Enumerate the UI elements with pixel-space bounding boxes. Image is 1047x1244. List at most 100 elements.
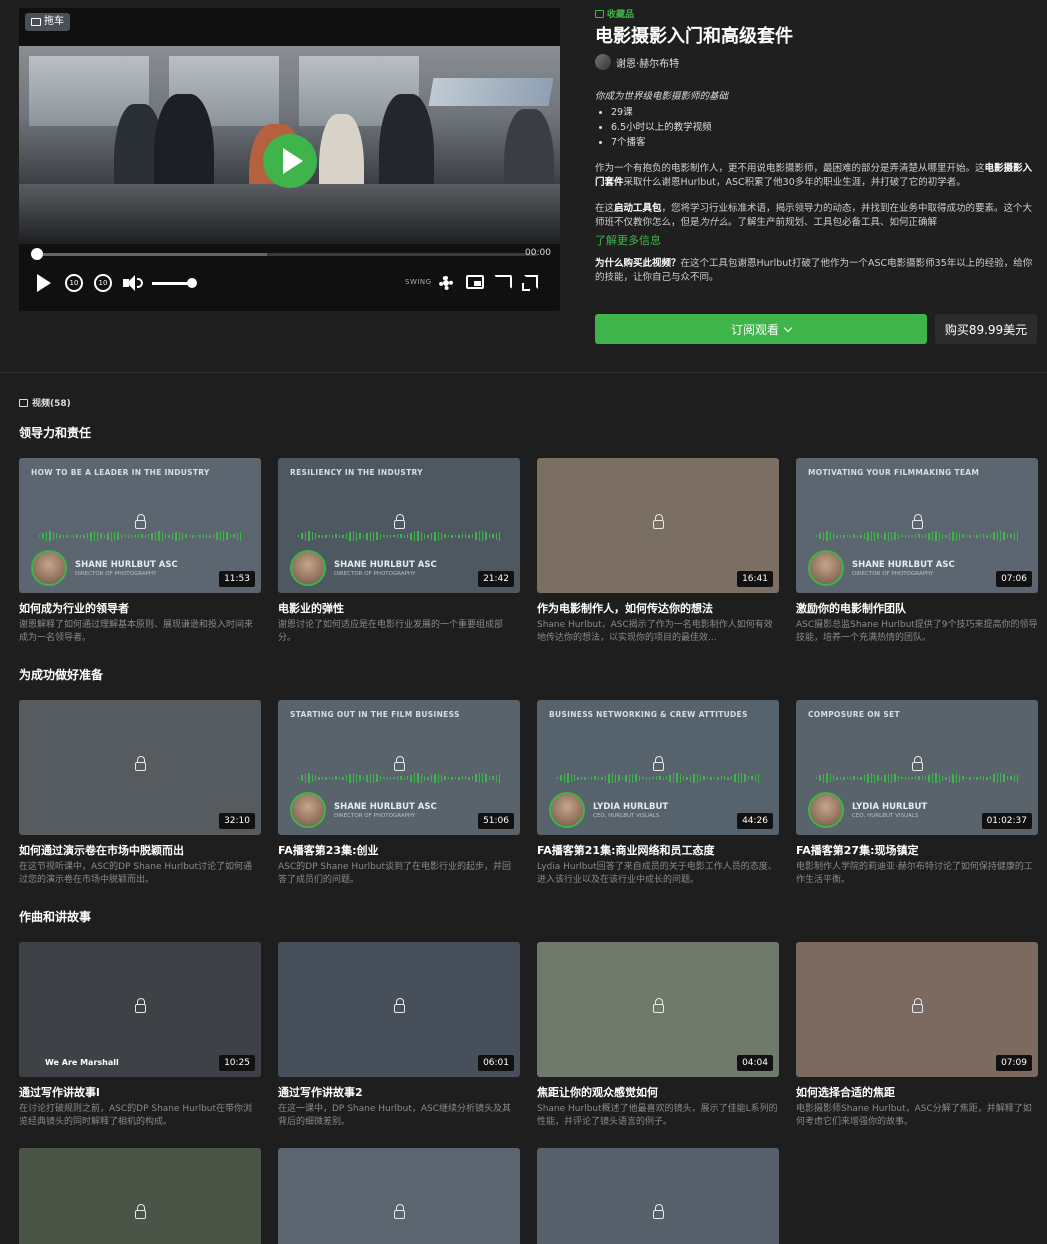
video-card[interactable]: We Are Marshall 10:25 通过写作讲故事l 在讨论打破规则之前，AS…: [19, 942, 261, 1129]
video-card[interactable]: 07:09 如何选择合适的焦距 电影摄影师Shane Hurlbut，ASC分解了焦…: [796, 942, 1038, 1129]
video-description: 在这节视听课中，ASC的DP Shane Hurlbut讨论了如何通过您的演示卷…: [19, 862, 253, 885]
speaker-avatar: [808, 792, 844, 828]
speaker-avatar: [808, 550, 844, 586]
video-card[interactable]: MOTIVATING YOUR FILMMAKING TEAM SHANE HUR…: [796, 458, 1038, 645]
video-card[interactable]: 32:10 如何通过演示卷在市场中脱颖而出在这节视听课中，ASC的DP Shane…: [19, 700, 261, 887]
lock-icon: [912, 514, 923, 529]
chevron-down-icon: [783, 323, 793, 332]
video-thumbnail[interactable]: [19, 1148, 261, 1244]
thumbnail-caption: We Are Marshall: [45, 1058, 119, 1067]
progress-buffer: [37, 253, 267, 256]
video-list-icon: [19, 398, 28, 407]
video-title[interactable]: 焦距让你的观众感觉如何: [537, 1084, 779, 1100]
video-card[interactable]: [537, 1148, 779, 1244]
lock-icon: [135, 514, 146, 529]
progress-bar[interactable]: [37, 253, 537, 256]
video-title[interactable]: 如何成为行业的领导者: [19, 600, 261, 616]
volume-handle[interactable]: [187, 278, 197, 288]
volume-icon[interactable]: [123, 274, 143, 292]
settings-gear-icon[interactable]: [437, 274, 455, 292]
thumbnail-title: STARTING OUT IN THE FILM BUSINESS: [290, 710, 460, 719]
duration-badge: 07:06: [996, 571, 1032, 587]
video-thumbnail[interactable]: 06:01: [278, 942, 520, 1077]
lock-icon: [394, 1204, 405, 1219]
trailer-badge-label: 拖车: [44, 16, 64, 27]
video-frame[interactable]: [19, 46, 560, 244]
speaker-role: CEO, HURLBUT VISUALS: [593, 813, 660, 819]
volume-slider[interactable]: [152, 282, 192, 285]
video-description: 电影制作人学院的莉迪亚·赫尔布特讨论了如何保持健康的工作生活平衡。: [796, 862, 1033, 885]
video-title[interactable]: 通过写作讲故事l: [19, 1084, 261, 1100]
section-divider: [0, 372, 1047, 373]
duration-badge: 32:10: [219, 813, 255, 829]
fullscreen-icon[interactable]: [522, 275, 538, 291]
instructor[interactable]: 谢恩·赫尔布特: [595, 54, 1040, 70]
video-title[interactable]: 激励你的电影制作团队: [796, 600, 1038, 616]
progress-handle[interactable]: [31, 248, 43, 260]
video-card[interactable]: RESILIENCY IN THE INDUSTRY SHANE HURLBUT …: [278, 458, 520, 645]
video-title[interactable]: FA播客第21集:商业网络和员工态度: [537, 842, 779, 858]
video-card[interactable]: STARTING OUT IN THE FILM BUSINESS SHANE H…: [278, 700, 520, 887]
video-card[interactable]: 16:41 作为电影制作人，如何传达你的想法 Shane Hurlbut，ASC揭示…: [537, 458, 779, 645]
course-highlights: 29课 6.5小时以上的教学视频 7个播客: [595, 105, 1040, 150]
trailer-badge: 拖车: [25, 13, 70, 31]
video-card[interactable]: [19, 1148, 261, 1244]
video-card[interactable]: [278, 1148, 520, 1244]
subscribe-label: 订阅观看: [730, 322, 779, 337]
speaker-role: DIRECTOR OF PHOTOGRAPHY: [334, 813, 416, 819]
play-icon[interactable]: [37, 274, 51, 292]
video-title[interactable]: 如何通过演示卷在市场中脱颖而出: [19, 842, 261, 858]
time-readout: 00:00: [525, 248, 551, 258]
thumbnail-title: COMPOSURE ON SET: [808, 710, 900, 719]
lock-icon: [653, 1204, 664, 1219]
thumbnail-title: HOW TO BE A LEADER IN THE INDUSTRY: [31, 468, 210, 477]
video-title[interactable]: 电影业的弹性: [278, 600, 520, 616]
video-thumbnail[interactable]: BUSINESS NETWORKING & CREW ATTITUDES LYDI…: [537, 700, 779, 835]
video-title[interactable]: 作为电影制作人，如何传达你的想法: [537, 600, 779, 616]
lock-icon: [394, 998, 405, 1013]
lock-icon: [135, 756, 146, 771]
video-thumbnail[interactable]: 16:41: [537, 458, 779, 593]
highlight-item: 7个播客: [611, 135, 1040, 150]
video-card[interactable]: HOW TO BE A LEADER IN THE INDUSTRY SHANE …: [19, 458, 261, 645]
video-thumbnail[interactable]: RESILIENCY IN THE INDUSTRY SHANE HURLBUT …: [278, 458, 520, 593]
video-title[interactable]: 如何选择合适的焦距: [796, 1084, 1038, 1100]
video-title[interactable]: FA播客第23集:创业: [278, 842, 520, 858]
video-card[interactable]: COMPOSURE ON SET LYDIA HURLBUT CEO, HURLBU…: [796, 700, 1038, 887]
subscribe-button[interactable]: 订阅观看: [595, 314, 927, 344]
video-thumbnail[interactable]: MOTIVATING YOUR FILMMAKING TEAM SHANE HUR…: [796, 458, 1038, 593]
trailer-icon: [31, 18, 41, 26]
speaker-avatar: [290, 550, 326, 586]
duration-badge: 10:25: [219, 1055, 255, 1071]
video-thumbnail[interactable]: COMPOSURE ON SET LYDIA HURLBUT CEO, HURLBU…: [796, 700, 1038, 835]
video-card[interactable]: 06:01 通过写作讲故事2 在这一课中，DP Shane Hurlbut，ASC继…: [278, 942, 520, 1129]
video-thumbnail[interactable]: [278, 1148, 520, 1244]
picture-in-picture-icon[interactable]: [466, 275, 484, 289]
collection-tag: 收藏品: [595, 7, 1040, 20]
lock-icon: [394, 514, 405, 529]
buy-button[interactable]: 购买89.99美元: [935, 314, 1037, 344]
video-card[interactable]: BUSINESS NETWORKING & CREW ATTITUDES LYDI…: [537, 700, 779, 887]
duration-badge: 04:04: [737, 1055, 773, 1071]
video-card[interactable]: 04:04 焦距让你的观众感觉如何 Shane Hurlbut概述了他最喜欢的镜头，…: [537, 942, 779, 1129]
video-thumbnail[interactable]: HOW TO BE A LEADER IN THE INDUSTRY SHANE …: [19, 458, 261, 593]
speaker-avatar: [31, 550, 67, 586]
video-thumbnail[interactable]: 04:04: [537, 942, 779, 1077]
speaker-name: SHANE HURLBUT ASC: [334, 560, 437, 570]
play-overlay-button[interactable]: [263, 134, 317, 188]
video-title[interactable]: FA播客第27集:现场镇定: [796, 842, 1038, 858]
video-thumbnail[interactable]: STARTING OUT IN THE FILM BUSINESS SHANE H…: [278, 700, 520, 835]
cast-icon[interactable]: [494, 275, 512, 289]
learn-more-link[interactable]: 了解更多信息: [595, 232, 1040, 248]
video-player[interactable]: 拖车 00:00 10 10 SWING: [19, 8, 560, 311]
video-title[interactable]: 通过写作讲故事2: [278, 1084, 520, 1100]
video-thumbnail[interactable]: [537, 1148, 779, 1244]
video-thumbnail[interactable]: 32:10: [19, 700, 261, 835]
video-thumbnail[interactable]: 07:09: [796, 942, 1038, 1077]
rewind-10-icon[interactable]: 10: [65, 274, 83, 292]
video-thumbnail[interactable]: We Are Marshall 10:25: [19, 942, 261, 1077]
speaker-avatar: [549, 792, 585, 828]
speaker-avatar: [290, 792, 326, 828]
highlight-item: 6.5小时以上的教学视频: [611, 120, 1040, 135]
forward-10-icon[interactable]: 10: [94, 274, 112, 292]
